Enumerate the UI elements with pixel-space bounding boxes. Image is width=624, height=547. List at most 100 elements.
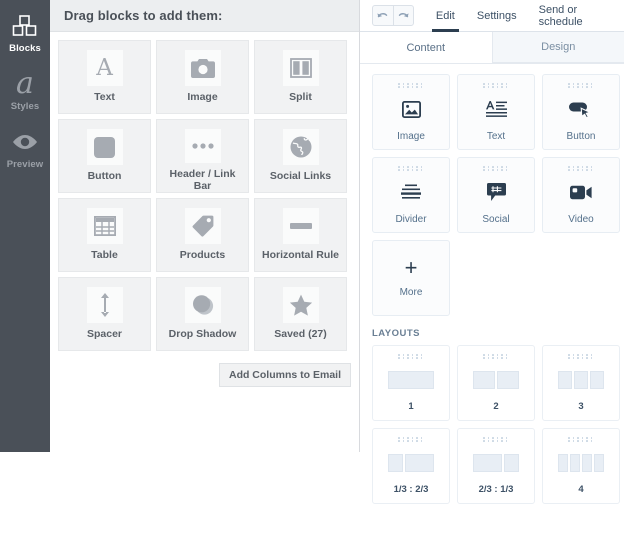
content-tile-label: Social <box>482 214 510 225</box>
content-tile-social[interactable]: Social <box>457 157 535 233</box>
rounded-square-icon <box>86 129 123 165</box>
block-tile-label: Split <box>289 91 312 103</box>
more-label: More <box>399 287 423 298</box>
layout-tile-label: 3 <box>578 401 584 412</box>
letter-a-icon: a <box>16 66 34 101</box>
blocks-panel-header: Drag blocks to add them: <box>50 0 359 32</box>
block-tile-social-links[interactable]: Social Links <box>254 119 347 193</box>
layout-preview <box>558 359 604 401</box>
tab-edit[interactable]: Edit <box>431 0 459 32</box>
layout-tile-1[interactable]: 1 <box>372 345 450 421</box>
block-tile-text[interactable]: A Text <box>58 40 151 114</box>
block-tile-label: Saved (27) <box>274 328 327 340</box>
star-icon <box>282 287 319 323</box>
block-tile-label: Header / Link Bar <box>169 168 236 192</box>
camera-icon <box>184 50 221 86</box>
block-tile-label: Products <box>179 249 226 261</box>
three-dots-icon <box>184 129 221 163</box>
tab-design[interactable]: Design <box>491 32 624 63</box>
rail-label-blocks: Blocks <box>9 43 41 54</box>
content-area: Image Text Button Divider Social Video +… <box>360 64 624 504</box>
block-tile-button[interactable]: Button <box>58 119 151 193</box>
tab-settings[interactable]: Settings <box>477 0 517 32</box>
content-tile-image[interactable]: Image <box>372 74 450 150</box>
block-tile-horizontal-rule[interactable]: Horizontal Rule <box>254 198 347 272</box>
block-tile-label: Drop Shadow <box>168 328 237 340</box>
content-tile-label: Button <box>566 131 596 142</box>
block-tile-split[interactable]: Split <box>254 40 347 114</box>
left-rail: Blocks a Styles Preview <box>0 0 50 452</box>
block-tile-image[interactable]: Image <box>156 40 249 114</box>
block-tile-saved[interactable]: Saved (27) <box>254 277 347 351</box>
block-tile-label: Horizontal Rule <box>261 249 339 261</box>
undo-icon[interactable] <box>373 6 393 25</box>
text-lines-icon <box>485 88 507 131</box>
layout-tile-2-3-1-3[interactable]: 2/3 : 1/3 <box>457 428 535 504</box>
content-tile-label: Video <box>568 214 594 225</box>
add-columns-row: Add Columns to Email <box>50 359 359 387</box>
split-columns-icon <box>282 50 319 86</box>
block-tile-spacer[interactable]: Spacer <box>58 277 151 351</box>
blocks-panel: Drag blocks to add them: A Text Image Sp… <box>50 0 360 452</box>
more-row: + More <box>372 240 612 316</box>
layouts-section-title: LAYOUTS <box>372 328 421 339</box>
layout-tile-4[interactable]: 4 <box>542 428 620 504</box>
table-grid-icon <box>86 208 123 244</box>
layout-tile-label: 4 <box>578 484 584 495</box>
block-tile-label: Image <box>187 91 218 103</box>
block-tile-header-link-bar[interactable]: Header / Link Bar <box>156 119 249 193</box>
block-tile-drop-shadow[interactable]: Drop Shadow <box>156 277 249 351</box>
globe-icon <box>282 129 319 165</box>
block-tile-label: Spacer <box>86 328 123 340</box>
plus-icon: + <box>404 255 418 280</box>
content-tile-label: Text <box>486 131 506 142</box>
content-tile-text[interactable]: Text <box>457 74 535 150</box>
more-blocks-button[interactable]: + More <box>372 240 450 316</box>
rail-label-styles: Styles <box>10 101 40 112</box>
layout-tile-1-3-2-3[interactable]: 1/3 : 2/3 <box>372 428 450 504</box>
circle-shadow-icon <box>184 287 221 323</box>
social-chat-icon <box>486 171 506 214</box>
layout-tile-2[interactable]: 2 <box>457 345 535 421</box>
horizontal-rule-icon <box>282 208 319 244</box>
redo-icon[interactable] <box>392 6 413 25</box>
add-columns-to-email-button[interactable]: Add Columns to Email <box>218 363 351 387</box>
layout-preview <box>388 442 434 484</box>
layout-tile-label: 1 <box>408 401 414 412</box>
block-tile-table[interactable]: Table <box>58 198 151 272</box>
layouts-grid: 1 2 3 1/3: 2/3 2/3: 1/3 4 <box>372 345 620 504</box>
block-tile-label: Table <box>91 249 118 261</box>
block-tile-label: Button <box>87 170 122 182</box>
content-tile-label: Image <box>397 131 425 142</box>
serif-a-icon: A <box>86 50 123 86</box>
block-tile-label: Text <box>94 91 115 103</box>
rail-item-preview[interactable]: Preview <box>0 128 50 170</box>
email-builder-window: Blocks a Styles Preview Drag blocks to a… <box>0 0 624 547</box>
rail-label-preview: Preview <box>6 159 44 170</box>
rail-item-styles[interactable]: a Styles <box>0 66 50 113</box>
layout-tile-3[interactable]: 3 <box>542 345 620 421</box>
divider-icon <box>401 171 421 214</box>
vertical-arrows-icon <box>86 287 123 323</box>
price-tag-icon <box>184 208 221 244</box>
layout-tile-label: 2 <box>493 401 499 412</box>
content-blocks-grid: Image Text Button Divider Social Video <box>372 74 620 233</box>
sub-tabs: Content Design <box>360 32 624 64</box>
content-tile-video[interactable]: Video <box>542 157 620 233</box>
picture-icon <box>401 88 421 131</box>
layout-preview <box>473 359 519 401</box>
button-cursor-icon <box>569 88 593 131</box>
layout-tile-label: 1/3 : 2/3 <box>393 484 429 495</box>
content-tile-divider[interactable]: Divider <box>372 157 450 233</box>
blocks-icon <box>0 12 50 40</box>
tab-content[interactable]: Content <box>360 32 492 63</box>
blocks-panel-title: Drag blocks to add them: <box>64 8 223 23</box>
eye-icon <box>0 128 50 156</box>
content-tile-label: Divider <box>395 214 427 225</box>
layout-preview <box>558 442 604 484</box>
block-tile-products[interactable]: Products <box>156 198 249 272</box>
layout-tile-label: 2/3 : 1/3 <box>478 484 514 495</box>
tab-send-or-schedule[interactable]: Send or schedule <box>539 0 624 32</box>
content-tile-button[interactable]: Button <box>542 74 620 150</box>
rail-item-blocks[interactable]: Blocks <box>0 12 50 54</box>
